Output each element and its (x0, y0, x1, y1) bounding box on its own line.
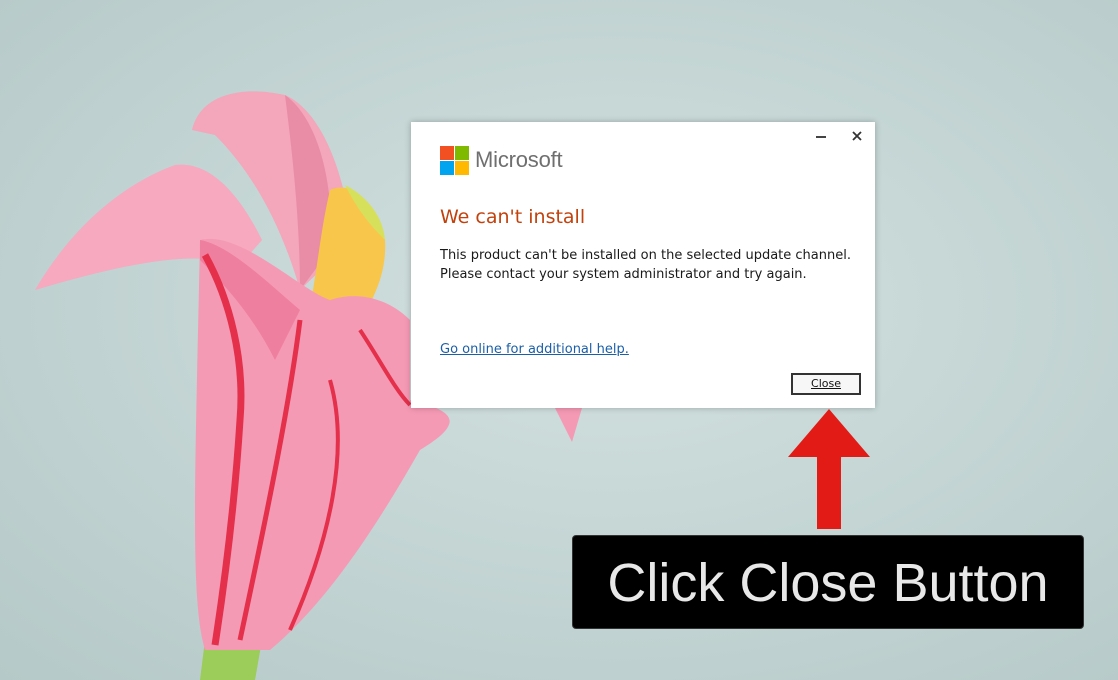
close-icon (852, 131, 862, 141)
message-line: Please contact your system administrator… (440, 267, 807, 282)
instruction-caption: Click Close Button (572, 535, 1084, 629)
red-up-arrow-icon (788, 409, 870, 529)
message-line: This product can't be installed on the s… (440, 248, 851, 263)
screenshot-stage: Microsoft We can't install This product … (0, 0, 1118, 680)
logo-square-blue (440, 160, 454, 175)
logo-square-yellow (455, 160, 469, 175)
window-close-button[interactable] (845, 126, 869, 146)
install-error-dialog: Microsoft We can't install This product … (411, 122, 875, 408)
help-link[interactable]: Go online for additional help. (440, 342, 629, 357)
minimize-icon (816, 136, 826, 138)
logo-square-green (455, 145, 469, 160)
minimize-button[interactable] (809, 126, 833, 146)
microsoft-brand: Microsoft (440, 145, 563, 175)
logo-square-red (440, 145, 454, 160)
brand-name: Microsoft (475, 147, 563, 172)
microsoft-logo-icon (440, 145, 469, 175)
dialog-message: This product can't be installed on the s… (440, 246, 860, 284)
dialog-title: We can't install (440, 206, 586, 228)
close-button[interactable]: Close (791, 373, 861, 395)
